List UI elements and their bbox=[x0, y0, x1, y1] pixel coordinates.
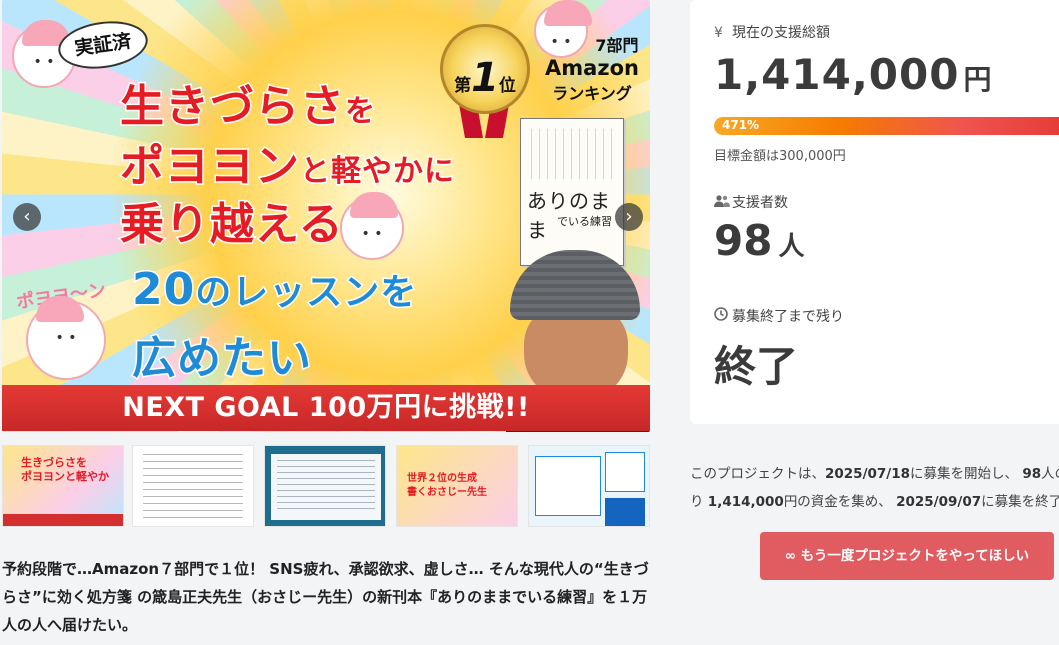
hero-title-line4-number: 20 bbox=[130, 263, 196, 317]
yen-icon: ¥ bbox=[714, 25, 723, 41]
remaining-value: 終了 bbox=[714, 342, 799, 391]
supporters-count: 98 人 bbox=[714, 216, 805, 265]
request-again-button[interactable]: ∞ もう一度プロジェクトをやってほしい bbox=[760, 532, 1054, 580]
carousel-prev-button[interactable]: ‹ bbox=[13, 203, 41, 231]
total-label: ¥ 現在の支援総額 bbox=[714, 25, 830, 41]
hero-carousel[interactable]: 実証済 生きづらさを ポヨヨンと軽やかに 乗り越える 20のレッスンを 広めたい… bbox=[2, 0, 650, 432]
supporters-label: 支援者数 bbox=[714, 192, 788, 212]
mascot-icon bbox=[340, 192, 404, 260]
thumbnail-2[interactable] bbox=[132, 445, 254, 527]
project-summary: このプロジェクトは、2025/07/18に募集を開始し、 98人の り 1,41… bbox=[690, 466, 1059, 510]
rank-medal: 第1位 bbox=[440, 24, 530, 114]
hero-title-line4: 20のレッスンを bbox=[130, 263, 418, 317]
total-unit: 円 bbox=[963, 63, 993, 96]
hero-title-line1-main: 生きづらさ bbox=[119, 80, 346, 134]
hero-title-line4-rest: のレッスンを bbox=[194, 271, 418, 315]
goal-amount: 目標金額は300,000円 bbox=[714, 149, 846, 164]
hero-title-line2: ポヨヨンと軽やかに bbox=[119, 130, 456, 194]
thumbnail-5[interactable] bbox=[528, 445, 650, 527]
thumbnail-1[interactable]: 生きづらさを ポヨヨンと軽やか bbox=[2, 445, 124, 527]
rank-text: 第1位 bbox=[454, 55, 516, 101]
amazon-ranking-label: 7部門 Amazon ランキング bbox=[537, 32, 647, 104]
request-again-label: もう一度プロジェクトをやってほしい bbox=[800, 548, 1030, 564]
thumbnail-4-text: 世界２位の生成 書くおさじー先生 bbox=[407, 473, 487, 498]
hero-title-line3: 乗り越える bbox=[119, 198, 345, 252]
book-cover: ありのまま でいる練習 bbox=[520, 118, 624, 266]
mascot-icon bbox=[26, 296, 106, 380]
total-amount: 1,414,000 円 bbox=[714, 50, 993, 99]
clock-icon bbox=[714, 307, 732, 325]
rank-label: ランキング bbox=[552, 84, 632, 103]
thumbnail-4[interactable]: 世界２位の生成 書くおさじー先生 bbox=[396, 445, 518, 527]
total-value: 1,414,000 bbox=[714, 50, 960, 99]
book-subtitle: でいる練習 bbox=[557, 215, 612, 228]
carousel-next-button[interactable]: › bbox=[615, 203, 643, 231]
thumbnail-3[interactable] bbox=[264, 445, 386, 527]
thumbnail-1-text: 生きづらさを ポヨヨンと軽やか bbox=[21, 456, 109, 483]
thumbnail-strip: 生きづらさを ポヨヨンと軽やか 世界２位の生成 書くおさじー先生 bbox=[2, 445, 650, 527]
hero-title-line2-rest: と軽やかに bbox=[299, 153, 456, 191]
project-description: 予約段階で…Amazon７部門で１位！ SNS疲れ、承認欲求、虚しさ… そんな現… bbox=[2, 560, 649, 634]
funding-progress-bar: 471% bbox=[714, 117, 1059, 135]
remaining-label: 募集終了まで残り bbox=[714, 306, 844, 326]
infinity-icon: ∞ bbox=[784, 548, 797, 564]
users-icon bbox=[714, 195, 732, 211]
progress-label: 471% bbox=[722, 118, 760, 132]
hero-title-line2-main: ポヨヨン bbox=[119, 140, 301, 194]
hero-title-line1-particle: を bbox=[344, 93, 377, 131]
hero-title-line5: 広めたい bbox=[131, 332, 313, 386]
stats-card: ¥ 現在の支援総額 1,414,000 円 471% 目標金額は300,000円 支… bbox=[690, 0, 1059, 424]
rank-category: 7部門 bbox=[595, 36, 639, 55]
next-goal-banner: NEXT GOAL 100万円に挑戦!! bbox=[2, 385, 650, 431]
rank-store: Amazon bbox=[545, 56, 639, 80]
hero-title-line1: 生きづらさを bbox=[119, 70, 377, 134]
